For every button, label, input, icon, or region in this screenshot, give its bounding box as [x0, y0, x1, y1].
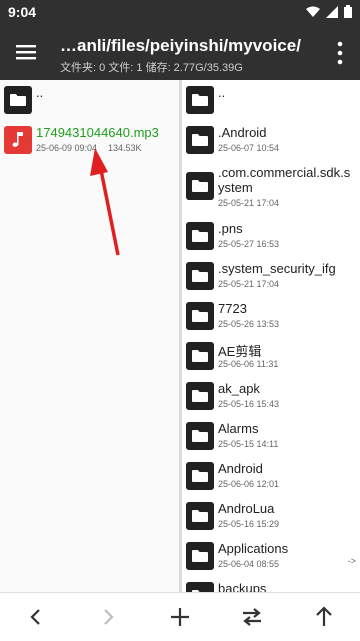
folder-name: .com.commercial.sdk.system — [218, 165, 351, 195]
folder-name: AE剪辑 — [218, 344, 262, 359]
current-path: …anli/files/peiyinshi/myvoice/ — [60, 36, 301, 55]
right-pane[interactable]: .. .Android 25-06-07 10:54 .com.commercial… — [182, 80, 360, 592]
symlink-indicator: -> — [347, 556, 356, 566]
folder-row[interactable]: AE剪辑 25-06-06 11:31 — [182, 336, 360, 376]
folder-icon — [186, 462, 214, 490]
folder-date: 25-05-16 15:29 — [218, 519, 280, 529]
folder-row[interactable]: ak_apk 25-05-16 15:43 — [182, 376, 360, 416]
app-bar: …anli/files/peiyinshi/myvoice/ 文件夹: 0 文件… — [0, 24, 360, 80]
folder-icon — [186, 222, 214, 250]
battery-icon — [344, 5, 352, 18]
folder-name: backups — [218, 581, 267, 592]
folder-icon — [186, 542, 214, 570]
add-icon[interactable] — [166, 603, 194, 631]
folder-row[interactable]: 7723 25-05-26 13:53 — [182, 296, 360, 336]
back-icon[interactable] — [22, 603, 50, 631]
folder-icon — [186, 126, 214, 154]
folder-row[interactable]: .Android 25-06-07 10:54 — [182, 120, 360, 160]
folder-row[interactable]: backups — [182, 576, 360, 592]
folder-icon — [186, 422, 214, 450]
folder-icon — [186, 382, 214, 410]
folder-name: .system_security_ifg — [218, 261, 336, 276]
folder-icon — [186, 302, 214, 330]
file-name: 1749431044640.mp3 — [36, 125, 159, 140]
folder-icon — [4, 86, 32, 114]
folder-name: Alarms — [218, 421, 259, 436]
folder-date: 25-05-16 15:43 — [218, 399, 280, 409]
folder-date: 25-06-06 12:01 — [218, 479, 280, 489]
folder-date: 25-05-21 17:04 — [218, 279, 280, 289]
file-row[interactable]: 1749431044640.mp3 25-06-09 09:04 134.53K — [0, 120, 179, 162]
folder-icon — [186, 342, 214, 370]
folder-date: 25-05-15 14:11 — [218, 439, 279, 449]
parent-folder-label: .. — [36, 85, 44, 100]
folder-name: Android — [218, 461, 263, 476]
folder-icon — [186, 262, 214, 290]
wifi-icon — [306, 6, 320, 17]
folder-row[interactable]: Applications 25-06-04 08:55 -> — [182, 536, 360, 576]
folder-name: AndroLua — [218, 501, 275, 516]
folder-date: 25-05-21 17:04 — [218, 198, 280, 208]
folder-row[interactable]: .pns 25-05-27 16:53 — [182, 216, 360, 256]
folder-row[interactable]: AndroLua 25-05-16 15:29 — [182, 496, 360, 536]
folder-icon — [186, 502, 214, 530]
menu-icon[interactable] — [12, 38, 40, 66]
left-pane[interactable]: .. 1749431044640.mp3 25-06-09 09:04 134.… — [0, 80, 179, 592]
parent-folder-label: .. — [218, 85, 226, 100]
folder-date: 25-05-27 16:53 — [218, 239, 280, 249]
folder-name: 7723 — [218, 301, 247, 316]
folder-row[interactable]: Alarms 25-05-15 14:11 — [182, 416, 360, 456]
parent-folder-row[interactable]: .. — [182, 80, 360, 120]
folder-row[interactable]: .system_security_ifg 25-05-21 17:04 — [182, 256, 360, 296]
status-bar: 9:04 — [0, 0, 360, 24]
folder-date: 25-06-07 10:54 — [218, 143, 280, 153]
storage-info: 文件夹: 0 文件: 1 储存: 2.77G/35.39G — [60, 62, 243, 74]
status-icons — [306, 5, 352, 18]
folder-icon — [186, 582, 214, 592]
folder-name: Applications — [218, 541, 289, 556]
folder-icon — [186, 172, 214, 200]
folder-date: 25-06-04 08:55 — [218, 559, 280, 569]
music-file-icon — [4, 126, 32, 154]
folder-date: 25-06-06 11:31 — [218, 359, 279, 369]
folder-icon — [186, 86, 214, 114]
up-directory-icon[interactable] — [310, 603, 338, 631]
file-size: 134.53K — [108, 143, 142, 153]
forward-icon[interactable] — [94, 603, 122, 631]
status-time: 9:04 — [8, 4, 37, 20]
file-date: 25-06-09 09:04 — [36, 143, 98, 153]
swap-panes-icon[interactable] — [238, 603, 266, 631]
folder-date: 25-05-26 13:53 — [218, 319, 280, 329]
folder-name: ak_apk — [218, 381, 260, 396]
parent-folder-row[interactable]: .. — [0, 80, 179, 120]
folder-name: .Android — [218, 125, 267, 140]
folder-name: .pns — [218, 221, 243, 236]
folder-row[interactable]: .com.commercial.sdk.system 25-05-21 17:04 — [182, 160, 360, 216]
more-options-icon[interactable] — [336, 40, 344, 66]
folder-row[interactable]: Android 25-06-06 12:01 — [182, 456, 360, 496]
signal-icon — [326, 5, 338, 18]
bottom-toolbar — [0, 592, 360, 641]
